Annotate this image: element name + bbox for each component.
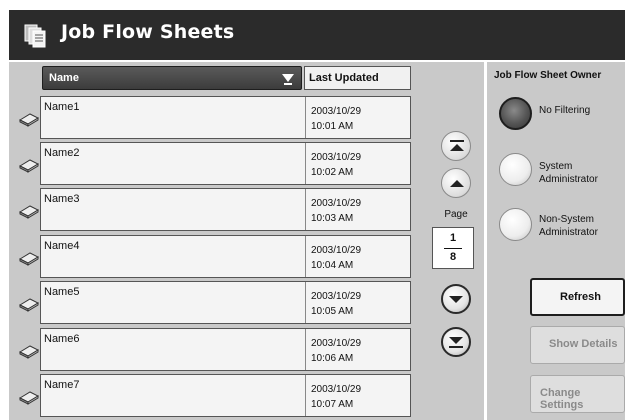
- row-time: 10:07 AM: [311, 399, 354, 410]
- row-divider: [305, 189, 306, 230]
- row-last-updated: 2003/10/29 10:03 AM: [311, 196, 361, 226]
- radio-label-non-system-administrator: Non-System Administrator: [539, 214, 598, 238]
- row-name: Name4: [44, 240, 80, 252]
- show-details-button[interactable]: Show Details: [530, 326, 625, 364]
- table-row[interactable]: Name2 2003/10/29 10:02 AM: [40, 142, 411, 185]
- row-last-updated: 2003/10/29 10:06 AM: [311, 336, 361, 366]
- row-date: 2003/10/29: [311, 384, 362, 395]
- change-settings-button[interactable]: Change Settings: [530, 375, 625, 413]
- row-divider: [305, 143, 306, 184]
- next-page-button[interactable]: [441, 284, 471, 314]
- row-name: Name7: [44, 379, 80, 391]
- row-date: 2003/10/29: [311, 198, 362, 209]
- row-date: 2003/10/29: [311, 291, 362, 302]
- refresh-button[interactable]: Refresh: [530, 278, 625, 316]
- row-time: 10:02 AM: [311, 167, 354, 178]
- page-fraction-line: [444, 248, 462, 249]
- job-flow-sheet-icon: [18, 345, 40, 359]
- row-last-updated: 2003/10/29 10:05 AM: [311, 289, 361, 319]
- row-time: 10:03 AM: [311, 213, 354, 224]
- row-last-updated: 2003/10/29 10:07 AM: [311, 382, 361, 412]
- row-date: 2003/10/29: [311, 106, 362, 117]
- chevron-down-icon: [449, 296, 463, 303]
- table-row[interactable]: Name7 2003/10/29 10:07 AM: [40, 374, 411, 417]
- column-header-name-label: Name: [49, 72, 79, 84]
- radio-no-filtering[interactable]: [499, 97, 532, 130]
- last-page-button[interactable]: [441, 327, 471, 357]
- column-header-name[interactable]: Name: [42, 66, 302, 90]
- first-page-icon: [450, 140, 464, 151]
- job-flow-sheet-icon: [18, 298, 40, 312]
- row-time: 10:04 AM: [311, 260, 354, 271]
- table-row[interactable]: Name6 2003/10/29 10:06 AM: [40, 328, 411, 371]
- row-divider: [305, 97, 306, 138]
- row-date: 2003/10/29: [311, 338, 362, 349]
- row-divider: [305, 329, 306, 370]
- page-title: Job Flow Sheets: [61, 21, 235, 43]
- job-flow-sheets-icon: [24, 24, 46, 48]
- chevron-up-icon: [450, 180, 464, 187]
- job-flow-sheet-icon: [18, 391, 40, 405]
- title-bar: Job Flow Sheets: [0, 0, 625, 62]
- row-date: 2003/10/29: [311, 152, 362, 163]
- job-flow-sheet-icon: [18, 205, 40, 219]
- row-time: 10:06 AM: [311, 353, 354, 364]
- job-flow-sheet-icon: [18, 113, 40, 127]
- row-divider: [305, 236, 306, 277]
- page-label: Page: [444, 209, 468, 220]
- table-row[interactable]: Name5 2003/10/29 10:05 AM: [40, 281, 411, 324]
- last-page-icon: [449, 337, 463, 348]
- owner-filter-title: Job Flow Sheet Owner: [494, 70, 602, 81]
- current-page: 1: [449, 232, 457, 244]
- row-time: 10:05 AM: [311, 306, 354, 317]
- table-row[interactable]: Name4 2003/10/29 10:04 AM: [40, 235, 411, 278]
- job-flow-sheet-icon: [18, 159, 40, 173]
- radio-label-no-filtering: No Filtering: [539, 105, 591, 116]
- first-page-button[interactable]: [441, 131, 471, 161]
- row-divider: [305, 375, 306, 416]
- job-flow-sheet-icon: [18, 252, 40, 266]
- row-divider: [305, 282, 306, 323]
- radio-system-administrator[interactable]: [499, 153, 532, 186]
- total-pages: 8: [449, 251, 457, 263]
- row-last-updated: 2003/10/29 10:01 AM: [311, 104, 361, 134]
- radio-label-system-administrator: System Administrator: [539, 161, 598, 185]
- row-last-updated: 2003/10/29 10:02 AM: [311, 150, 361, 180]
- row-name: Name5: [44, 286, 80, 298]
- title-bar-background: Job Flow Sheets: [9, 10, 625, 60]
- row-name: Name3: [44, 193, 80, 205]
- row-name: Name2: [44, 147, 80, 159]
- row-name: Name6: [44, 333, 80, 345]
- table-row[interactable]: Name3 2003/10/29 10:03 AM: [40, 188, 411, 231]
- row-time: 10:01 AM: [311, 121, 354, 132]
- page-indicator: 1 8: [432, 227, 474, 269]
- column-header-last-updated[interactable]: Last Updated: [304, 66, 411, 90]
- row-date: 2003/10/29: [311, 245, 362, 256]
- sort-descending-icon: [282, 74, 294, 85]
- table-row[interactable]: Name1 2003/10/29 10:01 AM: [40, 96, 411, 139]
- row-last-updated: 2003/10/29 10:04 AM: [311, 243, 361, 273]
- previous-page-button[interactable]: [441, 168, 471, 198]
- radio-non-system-administrator[interactable]: [499, 208, 532, 241]
- row-name: Name1: [44, 101, 80, 113]
- column-header-last-updated-label: Last Updated: [309, 72, 379, 84]
